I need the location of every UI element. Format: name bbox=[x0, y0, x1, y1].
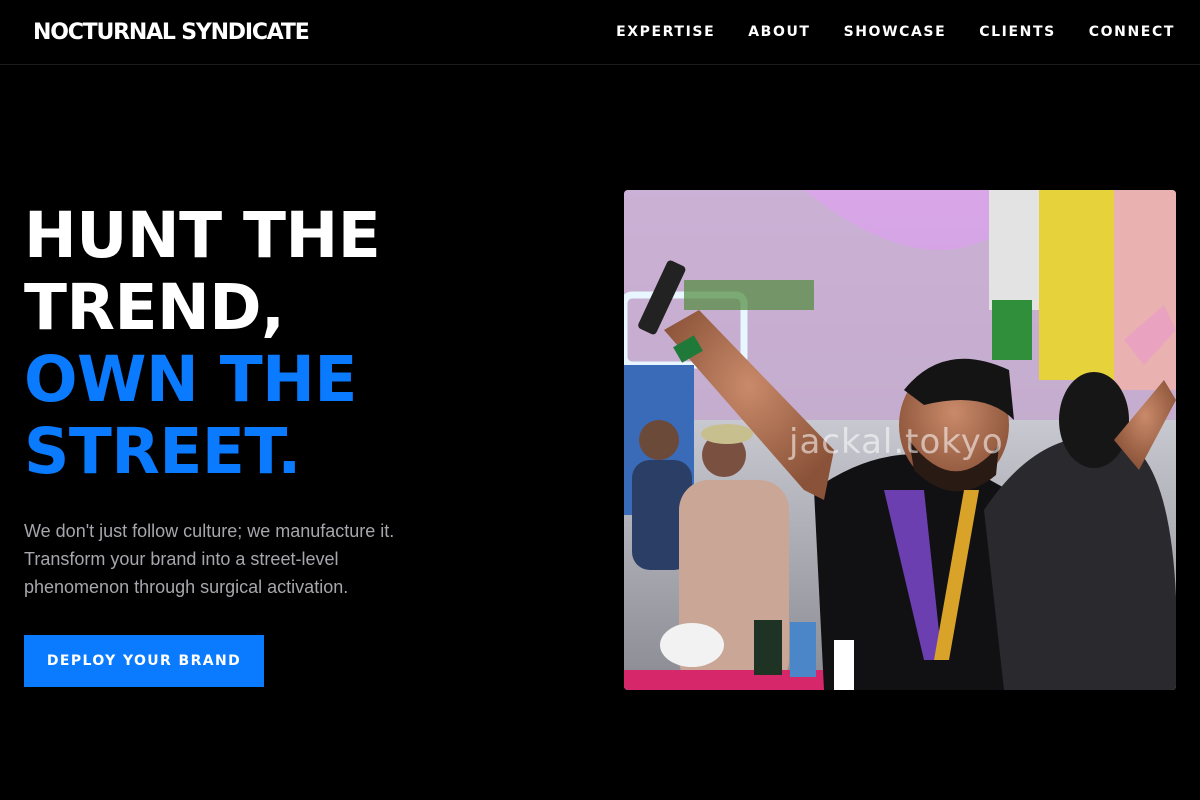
top-navbar: NOCTURNAL SYNDICATE EXPERTISE ABOUT SHOW… bbox=[0, 0, 1200, 65]
hero-section: HUNT THE TREND, OWN THE STREET. We don't… bbox=[24, 200, 584, 687]
nav-link-clients[interactable]: CLIENTS bbox=[979, 24, 1056, 40]
headline-line-4: STREET. bbox=[24, 415, 301, 488]
brand-logo[interactable]: NOCTURNAL SYNDICATE bbox=[33, 20, 310, 45]
nav-link-expertise[interactable]: EXPERTISE bbox=[616, 24, 715, 40]
subtext-line-3: phenomenon through surgical activation. bbox=[24, 577, 349, 597]
hero-photo: jackal.tokyo bbox=[624, 190, 1176, 690]
hero-headline: HUNT THE TREND, OWN THE STREET. bbox=[24, 200, 584, 488]
nav-link-showcase[interactable]: SHOWCASE bbox=[844, 24, 947, 40]
subtext-line-1: We don't just follow culture; we manufac… bbox=[24, 521, 395, 541]
nav-link-connect[interactable]: CONNECT bbox=[1089, 24, 1175, 40]
headline-line-1: HUNT THE bbox=[24, 199, 381, 272]
headline-line-3: OWN THE bbox=[24, 343, 357, 416]
headline-line-2: TREND, bbox=[24, 271, 285, 344]
nav-link-about[interactable]: ABOUT bbox=[748, 24, 810, 40]
hero-subtext: We don't just follow culture; we manufac… bbox=[24, 517, 444, 601]
nav-menu: EXPERTISE ABOUT SHOWCASE CLIENTS CONNECT bbox=[616, 24, 1175, 40]
deploy-brand-button[interactable]: DEPLOY YOUR BRAND bbox=[24, 635, 264, 687]
subtext-line-2: Transform your brand into a street-level bbox=[24, 549, 339, 569]
photo-watermark: jackal.tokyo bbox=[789, 422, 1004, 462]
